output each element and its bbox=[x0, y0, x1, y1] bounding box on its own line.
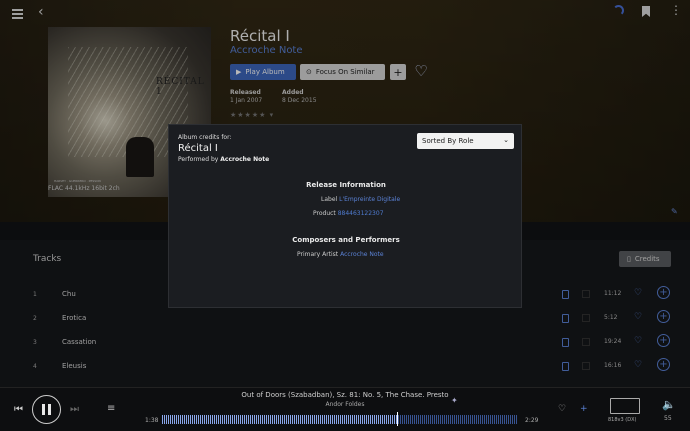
modal-kicker: Album credits for: bbox=[178, 134, 232, 141]
seek-handle[interactable] bbox=[397, 412, 398, 426]
product-row: Product 884463122307 bbox=[313, 210, 384, 217]
zone-device-icon[interactable] bbox=[610, 398, 640, 414]
performed-artist: Accroche Note bbox=[220, 156, 270, 163]
modal-performed-by: Performed by Accroche Note bbox=[178, 156, 269, 163]
volume-icon[interactable]: 🔈 bbox=[662, 398, 676, 411]
now-playing-title[interactable]: Out of Doors (Szabadban), Sz. 81: No. 5,… bbox=[0, 391, 690, 399]
time-current: 1:38 bbox=[145, 417, 159, 424]
label-value-link[interactable]: L'Empreinte Digitale bbox=[339, 196, 400, 203]
zone-device-name: 818v3 (DX) bbox=[608, 417, 637, 423]
primary-artist-row: Primary Artist Accroche Note bbox=[297, 251, 384, 258]
label-row: Label L'Empreinte Digitale bbox=[321, 196, 400, 203]
sparkle-icon: ✦ bbox=[451, 396, 458, 405]
player-add-icon[interactable]: + bbox=[580, 404, 588, 414]
product-value-link[interactable]: 884463122307 bbox=[338, 210, 384, 217]
sort-dropdown[interactable]: Sorted By Role ⌄ bbox=[417, 133, 514, 149]
performed-prefix: Performed by bbox=[178, 156, 219, 163]
pause-button[interactable] bbox=[32, 395, 61, 424]
chevron-down-icon: ⌄ bbox=[503, 136, 509, 144]
primary-artist-link[interactable]: Accroche Note bbox=[340, 251, 384, 258]
player-heart-icon[interactable]: ♡ bbox=[558, 404, 566, 414]
time-total: 2:29 bbox=[525, 417, 539, 424]
album-credits-dialog: Album credits for: Récital I Performed b… bbox=[168, 124, 522, 308]
primary-artist-key: Primary Artist bbox=[297, 251, 339, 258]
seek-progress bbox=[162, 415, 397, 424]
composers-performers-title: Composers and Performers bbox=[292, 236, 400, 244]
modal-title: Récital I bbox=[178, 143, 218, 154]
release-information-title: Release Information bbox=[306, 181, 386, 189]
sort-value: Sorted By Role bbox=[422, 137, 474, 145]
volume-value: 55 bbox=[664, 415, 672, 422]
label-key: Label bbox=[321, 196, 338, 203]
product-key: Product bbox=[313, 210, 336, 217]
